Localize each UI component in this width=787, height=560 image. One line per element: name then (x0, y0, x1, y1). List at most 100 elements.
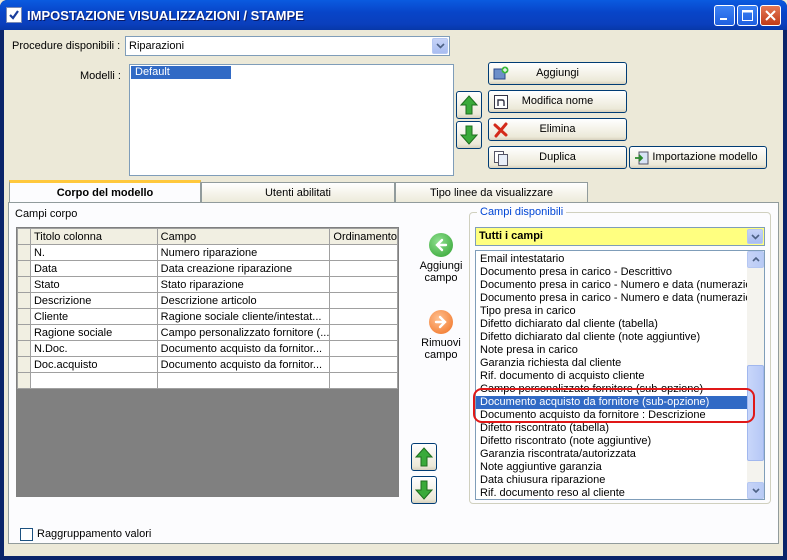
cell-campo[interactable]: Documento acquisto da fornitor... (156, 340, 331, 357)
row-header[interactable] (17, 372, 31, 389)
aggiungi-campo-line1: Aggiungi (419, 260, 463, 272)
cell-campo[interactable] (156, 372, 331, 389)
importazione-modello-button[interactable]: Importazione modello (629, 146, 767, 169)
table-row[interactable]: Cliente Ragione sociale cliente/intestat.… (17, 308, 398, 325)
scroll-up-button[interactable] (747, 251, 764, 268)
list-item[interactable]: Data chiusura riparazione (476, 474, 748, 487)
cell-ordinamento[interactable] (329, 340, 398, 357)
row-header[interactable] (17, 276, 31, 293)
table-row[interactable]: Data Data creazione riparazione (17, 260, 398, 277)
duplica-button[interactable]: Duplica (488, 146, 627, 169)
rimuovi-campo-button[interactable]: Rimuovi campo (413, 310, 469, 361)
tab-corpo-del-modello[interactable]: Corpo del modello (9, 180, 201, 203)
move-up-button[interactable] (456, 91, 482, 119)
cell-ordinamento[interactable] (329, 356, 398, 373)
cell-ordinamento[interactable] (329, 244, 398, 261)
elimina-button[interactable]: Elimina (488, 118, 627, 141)
cell-titolo[interactable]: N. (29, 244, 158, 261)
window-title: IMPOSTAZIONE VISUALIZZAZIONI / STAMPE (27, 8, 304, 23)
table-row[interactable] (17, 372, 398, 389)
close-button[interactable] (760, 5, 781, 26)
cell-ordinamento[interactable] (329, 292, 398, 309)
modelli-item-default[interactable]: Default (131, 66, 231, 79)
cell-ordinamento[interactable] (329, 260, 398, 277)
maximize-button[interactable] (737, 5, 758, 26)
tab-tipo-linee[interactable]: Tipo linee da visualizzare (395, 182, 588, 203)
cell-campo[interactable]: Numero riparazione (156, 244, 331, 261)
list-item[interactable]: Difetto dichiarato dal cliente (note agg… (476, 331, 748, 344)
campi-filter-select[interactable]: Tutti i campi (475, 227, 765, 246)
table-row[interactable]: N. Numero riparazione (17, 244, 398, 261)
table-row[interactable]: N.Doc. Documento acquisto da fornitor... (17, 340, 398, 357)
cell-titolo[interactable]: Descrizione (29, 292, 158, 309)
list-item[interactable]: Difetto riscontrato (note aggiuntive) (476, 435, 748, 448)
chevron-down-icon[interactable] (432, 38, 448, 54)
title-bar[interactable]: IMPOSTAZIONE VISUALIZZAZIONI / STAMPE (0, 0, 787, 30)
list-item[interactable]: Documento presa in carico - Numero e dat… (476, 279, 748, 292)
cell-campo[interactable]: Stato riparazione (156, 276, 331, 293)
table-row[interactable]: Descrizione Descrizione articolo (17, 292, 398, 309)
list-item[interactable]: Note aggiuntive garanzia (476, 461, 748, 474)
list-item[interactable]: Garanzia riscontrata/autorizzata (476, 448, 748, 461)
campi-disponibili-list[interactable]: Email intestatario Documento presa in car… (475, 250, 765, 500)
list-item[interactable]: Documento presa in carico - Numero e dat… (476, 292, 748, 305)
list-item[interactable]: Rif. documento reso al cliente (476, 487, 748, 499)
cell-ordinamento[interactable] (329, 372, 398, 389)
cell-campo[interactable]: Campo personalizzato fornitore (... (156, 324, 331, 341)
list-item[interactable]: Tipo presa in carico (476, 305, 748, 318)
cell-ordinamento[interactable] (329, 308, 398, 325)
row-header[interactable] (17, 308, 31, 325)
row-header[interactable] (17, 244, 31, 261)
grid-corner (17, 228, 31, 245)
row-header[interactable] (17, 260, 31, 277)
move-down-button[interactable] (456, 121, 482, 149)
list-item[interactable]: Note presa in carico (476, 344, 748, 357)
row-header[interactable] (17, 340, 31, 357)
cell-titolo[interactable]: Ragione sociale (29, 324, 158, 341)
aggiungi-campo-button[interactable]: Aggiungi campo (413, 233, 469, 284)
field-up-button[interactable] (411, 443, 437, 471)
table-row[interactable]: Doc.acquisto Documento acquisto da fornit… (17, 356, 398, 373)
modifica-nome-button[interactable]: Modifica nome (488, 90, 627, 113)
cell-titolo[interactable] (29, 372, 158, 389)
cell-campo[interactable]: Data creazione riparazione (156, 260, 331, 277)
cell-campo[interactable]: Ragione sociale cliente/intestat... (156, 308, 331, 325)
list-item[interactable]: Difetto riscontrato (tabella) (476, 422, 748, 435)
table-row[interactable]: Ragione sociale Campo personalizzato forn… (17, 324, 398, 341)
list-item[interactable]: Garanzia richiesta dal cliente (476, 357, 748, 370)
minimize-button[interactable] (714, 5, 735, 26)
list-item[interactable]: Rif. documento di acquisto cliente (476, 370, 748, 383)
cell-titolo[interactable]: Doc.acquisto (29, 356, 158, 373)
raggruppamento-checkbox[interactable] (20, 528, 33, 541)
list-item[interactable]: Email intestatario (476, 253, 748, 266)
cell-titolo[interactable]: Cliente (29, 308, 158, 325)
chevron-down-icon (752, 488, 760, 493)
scroll-down-button[interactable] (747, 482, 764, 499)
cell-titolo[interactable]: N.Doc. (29, 340, 158, 357)
row-header[interactable] (17, 292, 31, 309)
cell-ordinamento[interactable] (329, 276, 398, 293)
row-header[interactable] (17, 356, 31, 373)
cell-titolo[interactable]: Data (29, 260, 158, 277)
column-header-ordinamento[interactable]: Ordinamento (329, 228, 398, 245)
table-row[interactable]: Stato Stato riparazione (17, 276, 398, 293)
cell-ordinamento[interactable] (329, 324, 398, 341)
list-item[interactable]: Difetto dichiarato dal cliente (tabella) (476, 318, 748, 331)
chevron-down-icon[interactable] (747, 229, 763, 244)
list-item[interactable]: Documento presa in carico - Descrittivo (476, 266, 748, 279)
aggiungi-label: Aggiungi (536, 67, 579, 79)
cell-campo[interactable]: Descrizione articolo (156, 292, 331, 309)
cell-campo[interactable]: Documento acquisto da fornitor... (156, 356, 331, 373)
tab-utenti-abilitati[interactable]: Utenti abilitati (201, 182, 395, 203)
column-header-campo[interactable]: Campo (156, 228, 331, 245)
field-down-button[interactable] (411, 476, 437, 504)
modelli-list[interactable]: Default (129, 64, 454, 176)
chevron-up-icon (752, 257, 760, 262)
column-header-titolo[interactable]: Titolo colonna (29, 228, 158, 245)
procedure-select[interactable]: Riparazioni (125, 36, 450, 56)
row-header[interactable] (17, 324, 31, 341)
campi-list-scrollbar[interactable] (747, 251, 764, 499)
aggiungi-button[interactable]: Aggiungi (488, 62, 627, 85)
cell-titolo[interactable]: Stato (29, 276, 158, 293)
campi-corpo-grid[interactable]: Titolo colonna Campo Ordinamento N. Numer… (16, 227, 399, 497)
